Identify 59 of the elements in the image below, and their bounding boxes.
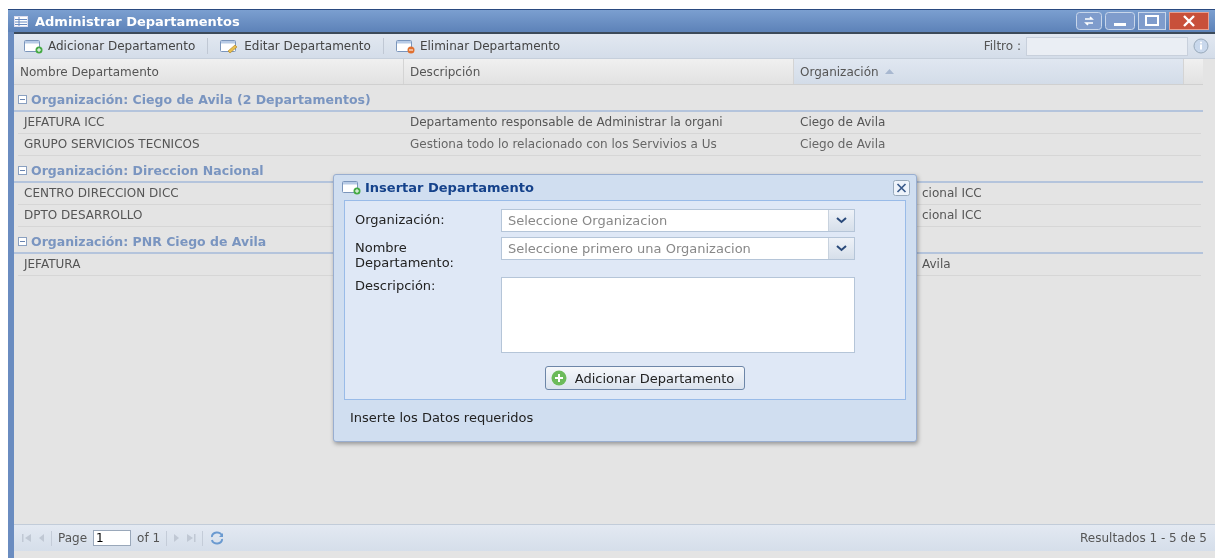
chevron-down-icon xyxy=(836,245,847,252)
page-field[interactable]: 1 xyxy=(93,530,132,546)
window-remove-icon xyxy=(395,38,415,54)
collapse-icon[interactable] xyxy=(18,94,27,104)
minimize-icon[interactable] xyxy=(1105,12,1135,30)
collapse-icon[interactable] xyxy=(18,236,27,246)
status-text: Inserte los Datos requeridos xyxy=(349,409,535,427)
toolbar-button[interactable]: Editar Departamento xyxy=(216,35,375,57)
table-cell: JEFATURA xyxy=(24,257,81,271)
last-page-icon[interactable] xyxy=(186,533,197,543)
maximize-icon[interactable] xyxy=(1138,12,1166,30)
table-cell: Gestiona todo lo relacionado con los Servivios a Us xyxy=(410,137,717,151)
toolbar-button[interactable]: Eliminar Departamento xyxy=(391,35,565,57)
dropdown-field[interactable]: Seleccione primero una Organizacion xyxy=(501,237,855,260)
close-icon[interactable] xyxy=(893,179,910,196)
table-cell: CENTRO DIRECCION DICC xyxy=(24,186,179,200)
group-header: Organización: PNR Ciego de Avila xyxy=(31,233,267,249)
window-edit-icon xyxy=(220,38,240,54)
plus-circle-icon xyxy=(550,370,567,386)
info-icon[interactable] xyxy=(1193,38,1209,54)
table-cell: cional ICC xyxy=(922,186,982,200)
table-cell: cional ICC xyxy=(922,208,982,222)
column-header[interactable]: Nombre Departamento xyxy=(14,59,404,84)
window-add-icon xyxy=(24,38,43,54)
table-cell: Departamento responsable de Administrar la organi xyxy=(410,115,723,129)
page-label: Page xyxy=(58,531,88,545)
filter-field[interactable] xyxy=(1026,36,1188,56)
results-count: Resultados 1 - 5 de 5 xyxy=(1080,531,1207,545)
first-page-icon[interactable] xyxy=(22,533,32,543)
table-cell: Ciego de Avila xyxy=(800,115,886,129)
window-add-icon xyxy=(342,180,361,195)
field-label: Descripción: xyxy=(355,277,437,295)
collapse-icon[interactable] xyxy=(18,165,27,175)
add-button[interactable]: Adicionar Departamento xyxy=(544,366,746,390)
window-title: Administrar Departamentos xyxy=(35,13,240,29)
sort-ascending-icon xyxy=(884,69,894,74)
table-cell: Avila xyxy=(922,257,951,271)
group-header: Organización: Direccion Nacional xyxy=(31,162,264,178)
field-label: Nombre Departamento: xyxy=(355,239,455,270)
table-cell: DPTO DESARROLLO xyxy=(24,208,143,222)
dropdown-field[interactable]: Seleccione Organizacion xyxy=(501,209,855,232)
dialog-title: Insertar Departamento xyxy=(365,180,534,195)
table-cell: Ciego de Avila xyxy=(800,137,886,151)
field-label: Organización: xyxy=(355,211,446,229)
close-icon[interactable] xyxy=(1169,12,1209,30)
previous-page-icon[interactable] xyxy=(38,533,45,543)
table-icon xyxy=(14,15,28,27)
table-cell: GRUPO SERVICIOS TECNICOS xyxy=(24,137,200,151)
group-header: Organización: Ciego de Avila (2 Departamentos) xyxy=(31,91,371,107)
description-field[interactable] xyxy=(501,277,855,353)
refresh-icon[interactable] xyxy=(209,531,226,545)
toolbar-button[interactable]: Adicionar Departamento xyxy=(20,35,200,57)
page-count: of 1 xyxy=(137,531,161,545)
refresh-icon[interactable] xyxy=(1076,12,1102,30)
chevron-down-icon xyxy=(836,217,847,224)
column-header[interactable]: Organización xyxy=(794,59,1184,84)
next-page-icon[interactable] xyxy=(173,533,181,543)
filter-label: Filtro : xyxy=(983,39,1021,53)
table-cell: JEFATURA ICC xyxy=(24,115,105,129)
